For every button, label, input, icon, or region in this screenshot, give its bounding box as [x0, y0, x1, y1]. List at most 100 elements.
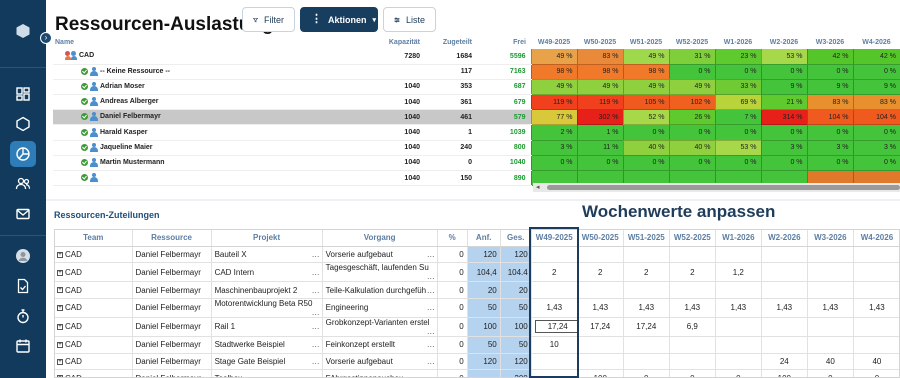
- more-dots-icon[interactable]: …: [312, 357, 320, 366]
- utilization-cell[interactable]: 83 %: [576, 49, 623, 65]
- resource-row[interactable]: CAD 7280 1684 5596 49 % 83 % 49 % 31 % 23 % 53…: [53, 49, 900, 65]
- week-value-cell[interactable]: [807, 246, 854, 264]
- percent-cell[interactable]: 0: [437, 298, 468, 318]
- week-value-cell[interactable]: [715, 246, 762, 264]
- week-value-cell[interactable]: 1,43: [669, 298, 716, 318]
- week-value-cell[interactable]: [853, 262, 899, 283]
- col-header-frei[interactable]: Frei: [477, 36, 531, 49]
- week-value-cell[interactable]: [531, 353, 578, 371]
- utilization-cell[interactable]: 26 %: [668, 109, 715, 126]
- week-value-cell[interactable]: 1,43: [853, 298, 899, 318]
- utilization-cell[interactable]: 102 %: [668, 94, 715, 111]
- nav-time-tracking[interactable]: [0, 302, 46, 330]
- more-dots-icon[interactable]: …: [427, 374, 435, 377]
- utilization-cell[interactable]: 0 %: [852, 64, 900, 80]
- col-header-anf[interactable]: Anf.: [467, 230, 501, 247]
- week-value-cell[interactable]: [623, 336, 670, 354]
- week-value-cell[interactable]: [853, 246, 899, 264]
- week-header[interactable]: W1-2026: [715, 230, 762, 247]
- week-value-cell[interactable]: 24: [761, 353, 808, 371]
- week-value-cell[interactable]: 17,24: [623, 317, 670, 337]
- utilization-cell[interactable]: 104 %: [852, 109, 900, 126]
- utilization-cell[interactable]: 0 %: [806, 64, 853, 80]
- allocation-row[interactable]: + CAD Daniel Felbermayr Rail 1 … Grobkonze…: [55, 317, 899, 337]
- more-dots-icon[interactable]: …: [312, 268, 320, 277]
- utilization-cell[interactable]: 0 %: [852, 155, 900, 172]
- utilization-cell[interactable]: 9 %: [760, 79, 807, 96]
- utilization-cell[interactable]: 69 %: [714, 94, 761, 111]
- percent-cell[interactable]: 0: [437, 246, 468, 264]
- panel-splitter[interactable]: [46, 199, 900, 201]
- utilization-cell[interactable]: 77 %: [530, 109, 577, 126]
- utilization-cell[interactable]: 9 %: [852, 79, 900, 96]
- more-dots-icon[interactable]: …: [427, 286, 435, 295]
- allocation-row[interactable]: + CAD Daniel Felbermayr Motorentwicklung …: [55, 298, 899, 318]
- utilization-cell[interactable]: 0 %: [714, 124, 761, 141]
- week-value-cell[interactable]: [531, 369, 578, 377]
- utilization-cell[interactable]: 0 %: [576, 155, 623, 172]
- utilization-cell[interactable]: 40 %: [622, 140, 669, 156]
- week-value-cell[interactable]: 2: [531, 262, 578, 283]
- week-header[interactable]: W52-2025: [669, 36, 715, 49]
- expand-icon[interactable]: +: [57, 305, 63, 312]
- utilization-cell[interactable]: 9 %: [806, 79, 853, 96]
- resource-row[interactable]: Martin Mustermann 1040 0 1040 0 % 0 % 0 % 0 …: [53, 155, 900, 172]
- week-value-cell[interactable]: [623, 246, 670, 264]
- utilization-cell[interactable]: 42 %: [852, 49, 900, 65]
- week-header[interactable]: W50-2025: [577, 230, 624, 247]
- utilization-cell[interactable]: 0 %: [668, 155, 715, 172]
- percent-cell[interactable]: 0: [437, 336, 468, 354]
- week-value-cell[interactable]: 1,43: [577, 298, 624, 318]
- more-dots-icon[interactable]: …: [312, 340, 320, 349]
- week-value-cell[interactable]: 17,24: [531, 317, 578, 337]
- vorgang-cell[interactable]: FAhrgastinnenausbau…: [322, 369, 438, 377]
- week-value-cell[interactable]: 40: [853, 353, 899, 371]
- allocation-row[interactable]: + CAD Daniel Felbermayr Stage Gate Beispi…: [55, 353, 899, 371]
- horizontal-scrollbar[interactable]: ◂: [533, 183, 900, 192]
- nav-mail[interactable]: [0, 200, 46, 228]
- week-header[interactable]: W51-2025: [623, 230, 670, 247]
- resource-row[interactable]: Jaqueline Maier 1040 240 800 3 % 11 % 40 % 4…: [53, 140, 900, 156]
- col-header-name[interactable]: Name: [53, 36, 360, 49]
- week-value-cell[interactable]: [853, 336, 899, 354]
- more-dots-icon[interactable]: …: [427, 272, 435, 281]
- vorgang-cell[interactable]: Feinkonzept erstellt…: [322, 336, 438, 354]
- allocation-row[interactable]: + CAD Daniel Felbermayr Bauteil X … Vorser…: [55, 246, 899, 264]
- week-value-cell[interactable]: [807, 317, 854, 337]
- allocation-row[interactable]: +CAD Daniel Felbermayr Toolbox … FAhrgast…: [55, 369, 899, 377]
- resource-row[interactable]: Harald Kasper 1040 1 1039 2 % 1 % 0 % 0 % 0 %…: [53, 124, 900, 141]
- utilization-cell[interactable]: 53 %: [760, 49, 807, 65]
- week-value-cell[interactable]: [853, 281, 899, 299]
- utilization-cell[interactable]: 83 %: [852, 94, 900, 111]
- nav-profile[interactable]: [0, 242, 46, 270]
- week-value-cell[interactable]: [715, 281, 762, 299]
- utilization-cell[interactable]: 83 %: [806, 94, 853, 111]
- more-dots-icon[interactable]: …: [312, 250, 320, 259]
- week-value-cell[interactable]: 2: [623, 262, 670, 283]
- expand-icon[interactable]: +: [57, 251, 63, 258]
- utilization-cell[interactable]: 314 %: [760, 109, 807, 126]
- week-value-cell[interactable]: [761, 246, 808, 264]
- projekt-cell[interactable]: Rail 1…: [211, 317, 323, 337]
- utilization-cell[interactable]: 7 %: [714, 109, 761, 126]
- nav-portfolio[interactable]: [0, 110, 46, 138]
- utilization-cell[interactable]: 105 %: [622, 94, 669, 111]
- vorgang-cell[interactable]: Teile-Kalkulation durchgefüh…: [322, 281, 438, 299]
- percent-cell[interactable]: 0: [437, 317, 468, 337]
- week-value-cell[interactable]: [807, 336, 854, 354]
- scroll-left-icon[interactable]: ◂: [536, 183, 540, 191]
- utilization-cell[interactable]: 52 %: [622, 109, 669, 126]
- week-header[interactable]: W52-2025: [669, 230, 716, 247]
- more-dots-icon[interactable]: …: [312, 308, 320, 317]
- week-header[interactable]: W2-2026: [761, 230, 808, 247]
- filter-button[interactable]: Filter: [242, 7, 295, 32]
- utilization-cell[interactable]: 1 %: [576, 124, 623, 141]
- week-header[interactable]: W2-2026: [761, 36, 807, 49]
- utilization-cell[interactable]: 3 %: [852, 140, 900, 156]
- utilization-cell[interactable]: 11 %: [576, 140, 623, 156]
- week-value-cell[interactable]: 6,9: [669, 317, 716, 337]
- col-header-percent[interactable]: %: [437, 230, 468, 247]
- week-header[interactable]: W51-2025: [623, 36, 669, 49]
- week-value-cell[interactable]: [577, 246, 624, 264]
- col-header-projekt[interactable]: Projekt: [211, 230, 323, 247]
